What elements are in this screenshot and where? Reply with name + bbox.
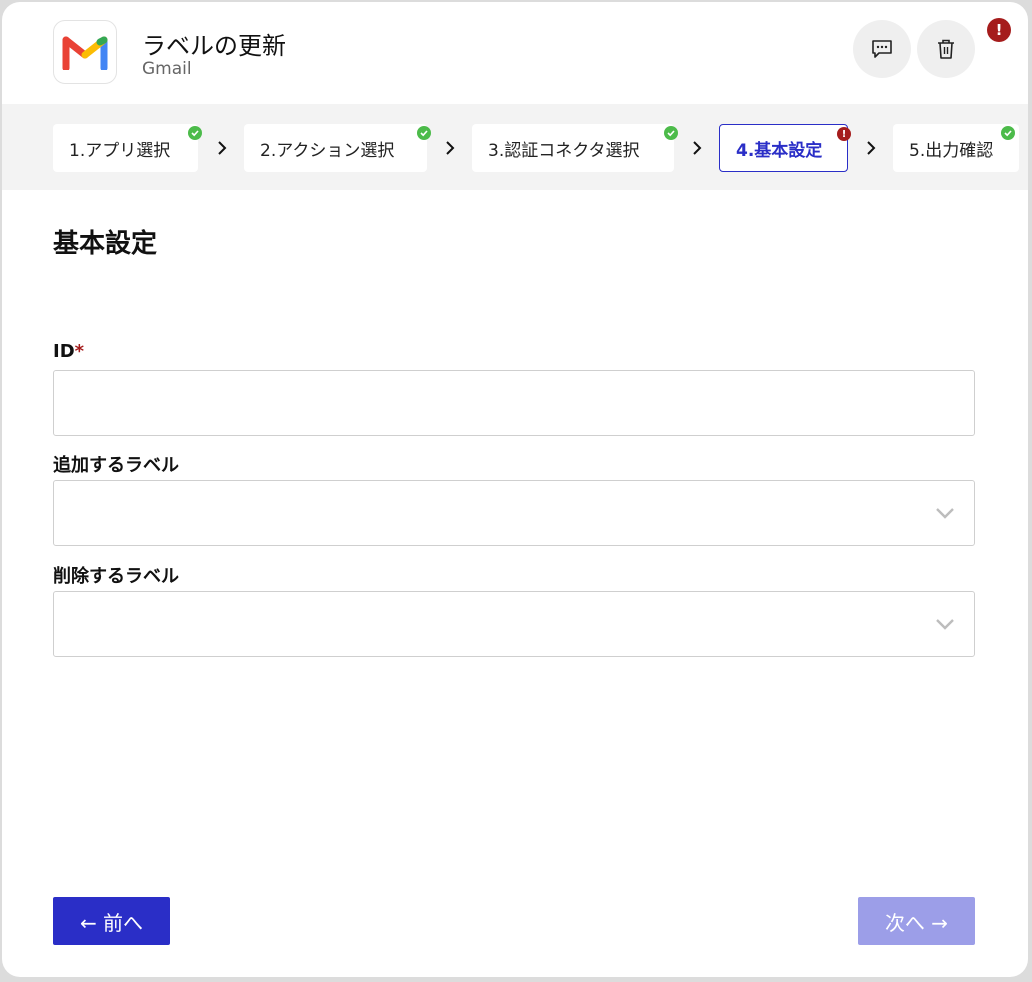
chevron-down-icon xyxy=(936,619,954,630)
step-label: 1.アプリ選択 xyxy=(69,140,171,161)
step-app-select[interactable]: 1.アプリ選択 xyxy=(53,124,202,172)
check-icon xyxy=(664,126,678,140)
chevron-down-icon xyxy=(936,508,954,519)
chevron-right-icon xyxy=(867,141,876,155)
error-icon: ! xyxy=(837,127,851,141)
step-navigation: 1.アプリ選択 2.アクション選択 3.認証コネクタ選択 4.基本設定 ! 5.… xyxy=(2,104,1028,190)
chevron-right-icon xyxy=(693,141,702,155)
chevron-right-icon xyxy=(446,141,455,155)
comment-icon xyxy=(872,40,892,58)
gmail-logo-icon xyxy=(53,20,117,84)
delete-button[interactable] xyxy=(917,20,975,78)
add-label-select[interactable] xyxy=(53,480,975,546)
check-icon xyxy=(188,126,202,140)
step-label: 4.基本設定 xyxy=(736,140,823,161)
step-label: 3.認証コネクタ選択 xyxy=(488,140,640,161)
section-title: 基本設定 xyxy=(53,229,158,259)
check-icon xyxy=(1001,126,1015,140)
required-mark: * xyxy=(74,341,85,362)
step-label: 5.出力確認 xyxy=(909,140,994,161)
id-input[interactable] xyxy=(54,371,974,435)
step-action-select[interactable]: 2.アクション選択 xyxy=(244,124,431,172)
remove-label-field-label: 削除するラベル xyxy=(53,566,179,587)
prev-button[interactable]: ← 前へ xyxy=(53,897,170,945)
remove-label-select[interactable] xyxy=(53,591,975,657)
app-name: Gmail xyxy=(142,59,192,79)
header: ラベルの更新 Gmail ! xyxy=(2,2,1028,104)
id-label-text: ID xyxy=(53,341,75,362)
add-label-field-label: 追加するラベル xyxy=(53,455,179,476)
id-field[interactable] xyxy=(53,370,975,436)
next-button[interactable]: 次へ → xyxy=(858,897,975,945)
step-connector-select[interactable]: 3.認証コネクタ選択 xyxy=(472,124,678,172)
trash-icon xyxy=(938,39,954,59)
id-field-label: ID* xyxy=(53,341,84,362)
error-alert-badge[interactable]: ! xyxy=(987,18,1011,42)
comment-button[interactable] xyxy=(853,20,911,78)
step-label: 2.アクション選択 xyxy=(260,140,395,161)
step-basic-settings[interactable]: 4.基本設定 ! xyxy=(719,124,851,172)
chevron-right-icon xyxy=(218,141,227,155)
check-icon xyxy=(417,126,431,140)
page-title: ラベルの更新 xyxy=(142,32,286,60)
workflow-card: ラベルの更新 Gmail ! 1.アプリ選択 2.アクション選択 3.認証コネク… xyxy=(2,2,1028,977)
step-output-confirm[interactable]: 5.出力確認 xyxy=(893,124,1019,172)
